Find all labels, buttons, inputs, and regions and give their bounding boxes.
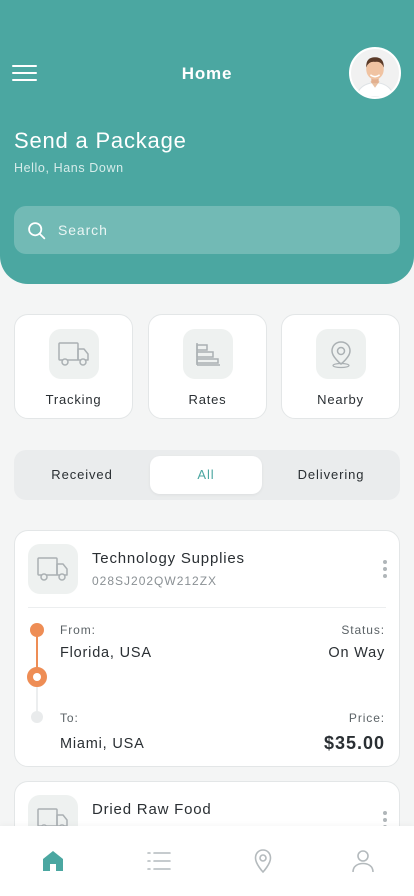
price-value: $35.00	[323, 733, 385, 753]
greeting-text: Hello, Hans Down	[14, 161, 124, 175]
search-bar[interactable]	[14, 206, 400, 254]
nav-location[interactable]	[250, 848, 276, 874]
shipment-title: Dried Raw Food	[92, 801, 212, 818]
location-icon	[254, 849, 272, 874]
nav-home[interactable]	[40, 848, 66, 874]
tab-all[interactable]: All	[150, 456, 262, 494]
avatar[interactable]	[349, 47, 401, 99]
rates-chart-icon	[183, 329, 233, 379]
shipment-title: Technology Supplies	[92, 550, 245, 567]
nav-list[interactable]	[146, 848, 172, 874]
divider	[28, 607, 386, 608]
tracking-label: Tracking	[45, 392, 102, 407]
search-icon	[28, 221, 46, 239]
timeline-current-dot-inner	[33, 673, 41, 681]
home-icon	[43, 851, 63, 871]
timeline-start-dot	[30, 623, 44, 637]
nav-profile[interactable]	[350, 848, 376, 874]
to-label: To:	[60, 711, 79, 725]
tab-received[interactable]: Received	[20, 456, 144, 494]
truck-icon	[49, 329, 99, 379]
tracking-button[interactable]: Tracking	[14, 314, 133, 419]
from-value: Florida, USA	[60, 645, 152, 661]
rates-label: Rates	[188, 392, 227, 407]
page-title: Send a Package	[14, 128, 187, 153]
tab-delivering[interactable]: Delivering	[268, 456, 394, 494]
list-icon	[147, 852, 171, 870]
shipment-tabs: Received All Delivering	[14, 450, 400, 500]
price-label: Price:	[348, 711, 385, 725]
to-value: Miami, USA	[60, 736, 145, 752]
bottom-navigation	[0, 826, 414, 896]
status-value: On Way	[328, 645, 385, 661]
tracking-id: 028SJ202QW212ZX	[92, 574, 218, 588]
status-label: Status:	[341, 623, 385, 637]
header: Home Send a Package Hello, Hans Down	[0, 0, 414, 284]
profile-icon	[352, 850, 374, 873]
more-options-icon[interactable]	[378, 558, 392, 580]
from-label: From:	[60, 623, 96, 637]
location-pin-icon	[316, 329, 366, 379]
nearby-button[interactable]: Nearby	[281, 314, 400, 419]
search-input[interactable]	[58, 222, 358, 238]
timeline-end-dot	[31, 711, 43, 723]
truck-icon	[28, 544, 78, 594]
nearby-label: Nearby	[317, 392, 364, 407]
shipment-card[interactable]: Technology Supplies 028SJ202QW212ZX From…	[14, 530, 400, 767]
rates-button[interactable]: Rates	[148, 314, 267, 419]
